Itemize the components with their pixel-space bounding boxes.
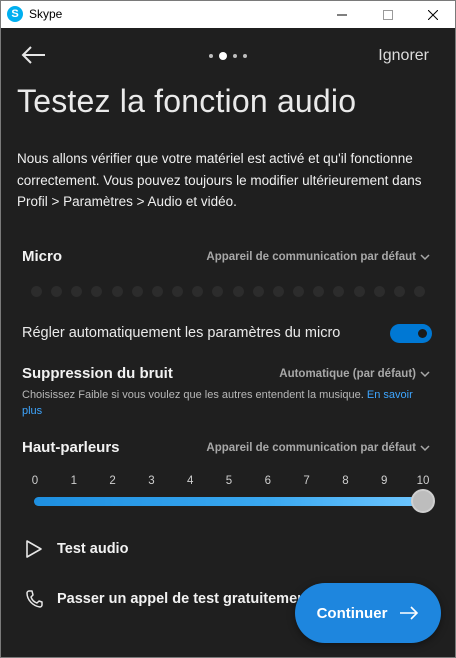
page-indicator xyxy=(209,51,247,61)
volume-tick-label: 7 xyxy=(303,475,310,487)
page-dot xyxy=(219,52,227,60)
volume-tick-label: 3 xyxy=(148,475,155,487)
meter-segment xyxy=(272,285,284,297)
test-audio-button[interactable]: Test audio xyxy=(25,539,128,559)
chevron-down-icon xyxy=(420,444,430,451)
volume-tick-label: 8 xyxy=(342,475,349,487)
volume-tick-label: 4 xyxy=(186,475,194,487)
phone-icon xyxy=(26,590,43,608)
meter-segment xyxy=(232,285,244,297)
volume-tick-label: 2 xyxy=(109,475,116,487)
speakers-label: Haut-parleurs xyxy=(22,439,120,456)
page-dot xyxy=(243,54,247,58)
meter-segment xyxy=(131,285,143,297)
micro-device-value: Appareil de communication par défaut xyxy=(206,251,416,263)
meter-segment xyxy=(151,285,163,297)
arrow-left-icon xyxy=(21,46,45,64)
page-title: Testez la fonction audio xyxy=(17,83,357,119)
meter-segment xyxy=(91,285,103,297)
noise-help-message: Choisissez Faible si vous voulez que les… xyxy=(22,389,364,401)
meter-segment xyxy=(313,285,325,297)
meter-segment xyxy=(192,285,204,297)
micro-device-dropdown[interactable]: Appareil de communication par défaut xyxy=(206,251,430,263)
speakers-device-dropdown[interactable]: Appareil de communication par défaut xyxy=(206,442,430,454)
skype-window: S Skype Ignorer Testez la fonction audio… xyxy=(0,0,456,658)
meter-segment xyxy=(353,285,365,297)
skip-button[interactable]: Ignorer xyxy=(378,47,429,65)
volume-scale: 0 1 2 3 4 5 6 7 8 9 10 xyxy=(27,475,430,489)
title-bar: S Skype xyxy=(1,1,455,28)
mic-level-meter xyxy=(28,282,428,300)
speakers-device-value: Appareil de communication par défaut xyxy=(206,442,416,454)
noise-suppression-label: Suppression du bruit xyxy=(22,365,173,382)
meter-segment xyxy=(373,285,385,297)
auto-adjust-toggle[interactable] xyxy=(390,324,432,343)
volume-slider[interactable] xyxy=(34,489,435,513)
chevron-down-icon xyxy=(420,253,430,260)
minimize-button[interactable] xyxy=(319,1,365,28)
meter-segment xyxy=(111,285,123,297)
noise-suppression-value: Automatique (par défaut) xyxy=(279,368,416,380)
continue-button[interactable]: Continuer xyxy=(295,583,441,643)
back-button[interactable] xyxy=(21,44,47,66)
play-icon xyxy=(26,540,42,558)
meter-segment xyxy=(393,285,405,297)
meter-segment xyxy=(293,285,305,297)
close-button[interactable] xyxy=(410,1,455,28)
volume-tick-label: 10 xyxy=(416,475,430,487)
meter-segment xyxy=(333,285,345,297)
meter-segment xyxy=(71,285,83,297)
volume-tick-label: 6 xyxy=(264,475,271,487)
micro-label: Micro xyxy=(22,248,63,265)
volume-tick-label: 9 xyxy=(380,475,388,487)
intro-text: Nous allons vérifier que votre matériel … xyxy=(17,151,422,209)
chevron-down-icon xyxy=(420,370,430,377)
test-call-label: Passer un appel de test gratuitement xyxy=(57,591,311,607)
volume-tick-label: 0 xyxy=(31,475,39,487)
meter-segment xyxy=(51,285,63,297)
noise-help-text: Choisissez Faible si vous voulez que les… xyxy=(22,387,432,419)
volume-tick-label: 5 xyxy=(225,475,233,487)
meter-segment xyxy=(413,285,425,297)
toggle-knob xyxy=(418,329,427,338)
skype-logo-icon: S xyxy=(7,6,23,22)
test-call-button[interactable]: Passer un appel de test gratuitement xyxy=(25,589,311,609)
meter-segment xyxy=(212,285,224,297)
volume-tick-label: 1 xyxy=(70,475,77,487)
volume-thumb[interactable] xyxy=(411,489,435,513)
auto-adjust-label: Régler automatiquement les paramètres du… xyxy=(22,325,341,341)
meter-segment xyxy=(31,285,42,297)
arrow-right-icon xyxy=(400,606,419,620)
meter-segment xyxy=(172,285,184,297)
window-title: Skype xyxy=(29,7,63,21)
continue-label: Continuer xyxy=(316,604,388,622)
audio-setup-page: Ignorer Testez la fonction audio Nous al… xyxy=(1,28,455,657)
page-dot xyxy=(233,54,237,58)
noise-suppression-dropdown[interactable]: Automatique (par défaut) xyxy=(279,368,430,380)
maximize-button[interactable] xyxy=(365,1,411,28)
test-audio-label: Test audio xyxy=(57,541,129,557)
volume-fill xyxy=(34,497,423,506)
page-dot xyxy=(209,54,213,58)
meter-segment xyxy=(252,285,264,297)
